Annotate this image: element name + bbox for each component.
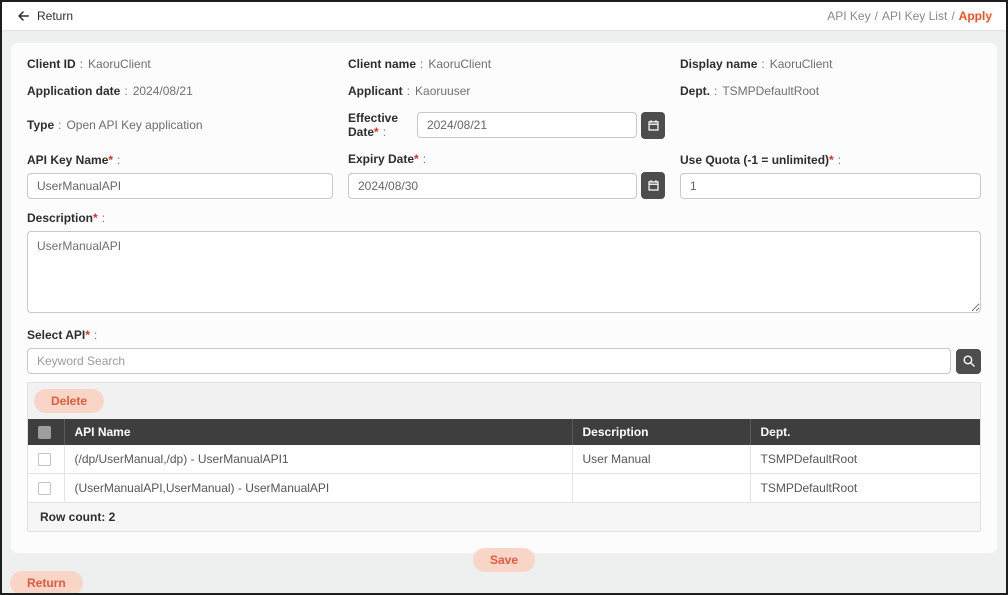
- breadcrumb-apply: Apply: [959, 9, 992, 23]
- api-table: API Name Description Dept. (/dp/UserManu…: [28, 419, 980, 503]
- field-dept: Dept.:TSMPDefaultRoot: [680, 84, 981, 98]
- info-grid: Client ID:KaoruClient Client name:KaoruC…: [27, 57, 981, 199]
- use-quota-label: Use Quota (-1 = unlimited)*:: [680, 153, 981, 167]
- field-description: Description*: UserManualAPI: [27, 211, 981, 316]
- cell-description: [572, 474, 750, 503]
- cell-dept: TSMPDefaultRoot: [750, 474, 980, 503]
- search-icon: [962, 354, 976, 368]
- select-all-checkbox[interactable]: [38, 426, 51, 439]
- api-table-container: Delete API Name Description Dept. (/dp/U…: [27, 382, 981, 532]
- api-key-name-label: API Key Name*:: [27, 153, 333, 167]
- row-checkbox[interactable]: [38, 482, 51, 495]
- return-button[interactable]: Return: [10, 571, 83, 595]
- field-type: Type:Open API Key application: [27, 118, 333, 132]
- breadcrumb-api-key-list[interactable]: API Key List: [882, 9, 947, 23]
- breadcrumb: API Key / API Key List / Apply: [827, 9, 992, 23]
- breadcrumb-separator: /: [951, 9, 954, 23]
- field-applicant: Applicant:Kaoruuser: [348, 84, 665, 98]
- breadcrumb-separator: /: [875, 9, 878, 23]
- cell-api-name: (/dp/UserManual,/dp) - UserManualAPI1: [64, 445, 572, 474]
- cell-dept: TSMPDefaultRoot: [750, 445, 980, 474]
- search-button[interactable]: [956, 349, 981, 374]
- calendar-icon: [647, 179, 660, 192]
- field-client-name: Client name:KaoruClient: [348, 57, 665, 71]
- field-application-date: Application date:2024/08/21: [27, 84, 333, 98]
- page: Return API Key / API Key List / Apply Cl…: [0, 0, 1008, 595]
- expiry-date-input[interactable]: [348, 173, 637, 199]
- field-api-key-name: API Key Name*:: [27, 153, 333, 199]
- calendar-icon: [647, 119, 660, 132]
- delete-button[interactable]: Delete: [34, 389, 104, 413]
- use-quota-input[interactable]: [680, 173, 981, 199]
- table-row: (/dp/UserManual,/dp) - UserManualAPI1 Us…: [28, 445, 980, 474]
- back-link[interactable]: Return: [16, 9, 73, 23]
- field-client-id: Client ID:KaoruClient: [27, 57, 333, 71]
- column-header-description: Description: [572, 419, 750, 445]
- save-button[interactable]: Save: [473, 548, 535, 572]
- expiry-date-calendar-button[interactable]: [641, 172, 665, 199]
- apply-form-card: Client ID:KaoruClient Client name:KaoruC…: [10, 42, 998, 554]
- topbar: Return API Key / API Key List / Apply: [2, 2, 1006, 31]
- column-header-dept: Dept.: [750, 419, 980, 445]
- table-header-row: API Name Description Dept.: [28, 419, 980, 445]
- description-textarea[interactable]: UserManualAPI: [27, 231, 981, 313]
- field-display-name: Display name:KaoruClient: [680, 57, 981, 71]
- field-use-quota: Use Quota (-1 = unlimited)*:: [680, 153, 981, 199]
- table-toolbar: Delete: [28, 383, 980, 419]
- description-label: Description*:: [27, 211, 981, 225]
- column-header-api-name: API Name: [64, 419, 572, 445]
- effective-date-calendar-button[interactable]: [641, 112, 665, 139]
- field-expiry-date: Expiry Date*:: [348, 152, 665, 199]
- api-key-name-input[interactable]: [27, 173, 333, 199]
- back-arrow-icon: [16, 9, 30, 23]
- cell-api-name: (UserManualAPI,UserManual) - UserManualA…: [64, 474, 572, 503]
- row-checkbox[interactable]: [38, 453, 51, 466]
- effective-date-input[interactable]: [417, 112, 637, 138]
- api-search-row: [27, 348, 981, 374]
- cell-description: User Manual: [572, 445, 750, 474]
- table-row: (UserManualAPI,UserManual) - UserManualA…: [28, 474, 980, 503]
- effective-date-label: Effective Date*:: [348, 111, 413, 139]
- breadcrumb-api-key[interactable]: API Key: [827, 9, 870, 23]
- back-label: Return: [37, 9, 73, 23]
- select-api-label: Select API*:: [27, 328, 981, 342]
- keyword-search-input[interactable]: [27, 348, 951, 374]
- save-row: Save: [27, 548, 981, 572]
- field-effective-date: Effective Date*:: [348, 111, 665, 139]
- expiry-date-label: Expiry Date*:: [348, 152, 665, 166]
- row-count: Row count: 2: [28, 503, 980, 531]
